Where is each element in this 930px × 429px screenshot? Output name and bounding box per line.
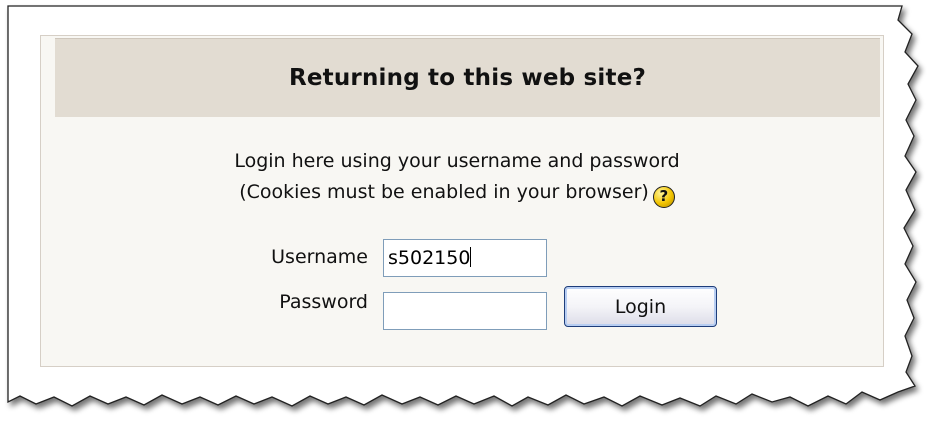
- login-instructions: Login here using your username and passw…: [234, 150, 680, 172]
- username-input[interactable]: s502150: [383, 239, 547, 277]
- question-help-icon[interactable]: ?: [652, 186, 675, 208]
- login-button-label: Login: [614, 295, 667, 318]
- cookies-notice: (Cookies must be enabled in your browser…: [0, 181, 922, 208]
- username-label: Username: [271, 246, 368, 268]
- login-header: Returning to this web site?: [55, 38, 880, 117]
- username-value: s502150: [388, 247, 471, 269]
- page-title: Returning to this web site?: [288, 65, 647, 91]
- password-input[interactable]: [383, 292, 547, 330]
- login-button[interactable]: Login: [564, 286, 717, 327]
- text-caret: [470, 247, 472, 267]
- cookies-notice-text: (Cookies must be enabled in your browser…: [239, 181, 649, 203]
- password-label: Password: [279, 291, 368, 313]
